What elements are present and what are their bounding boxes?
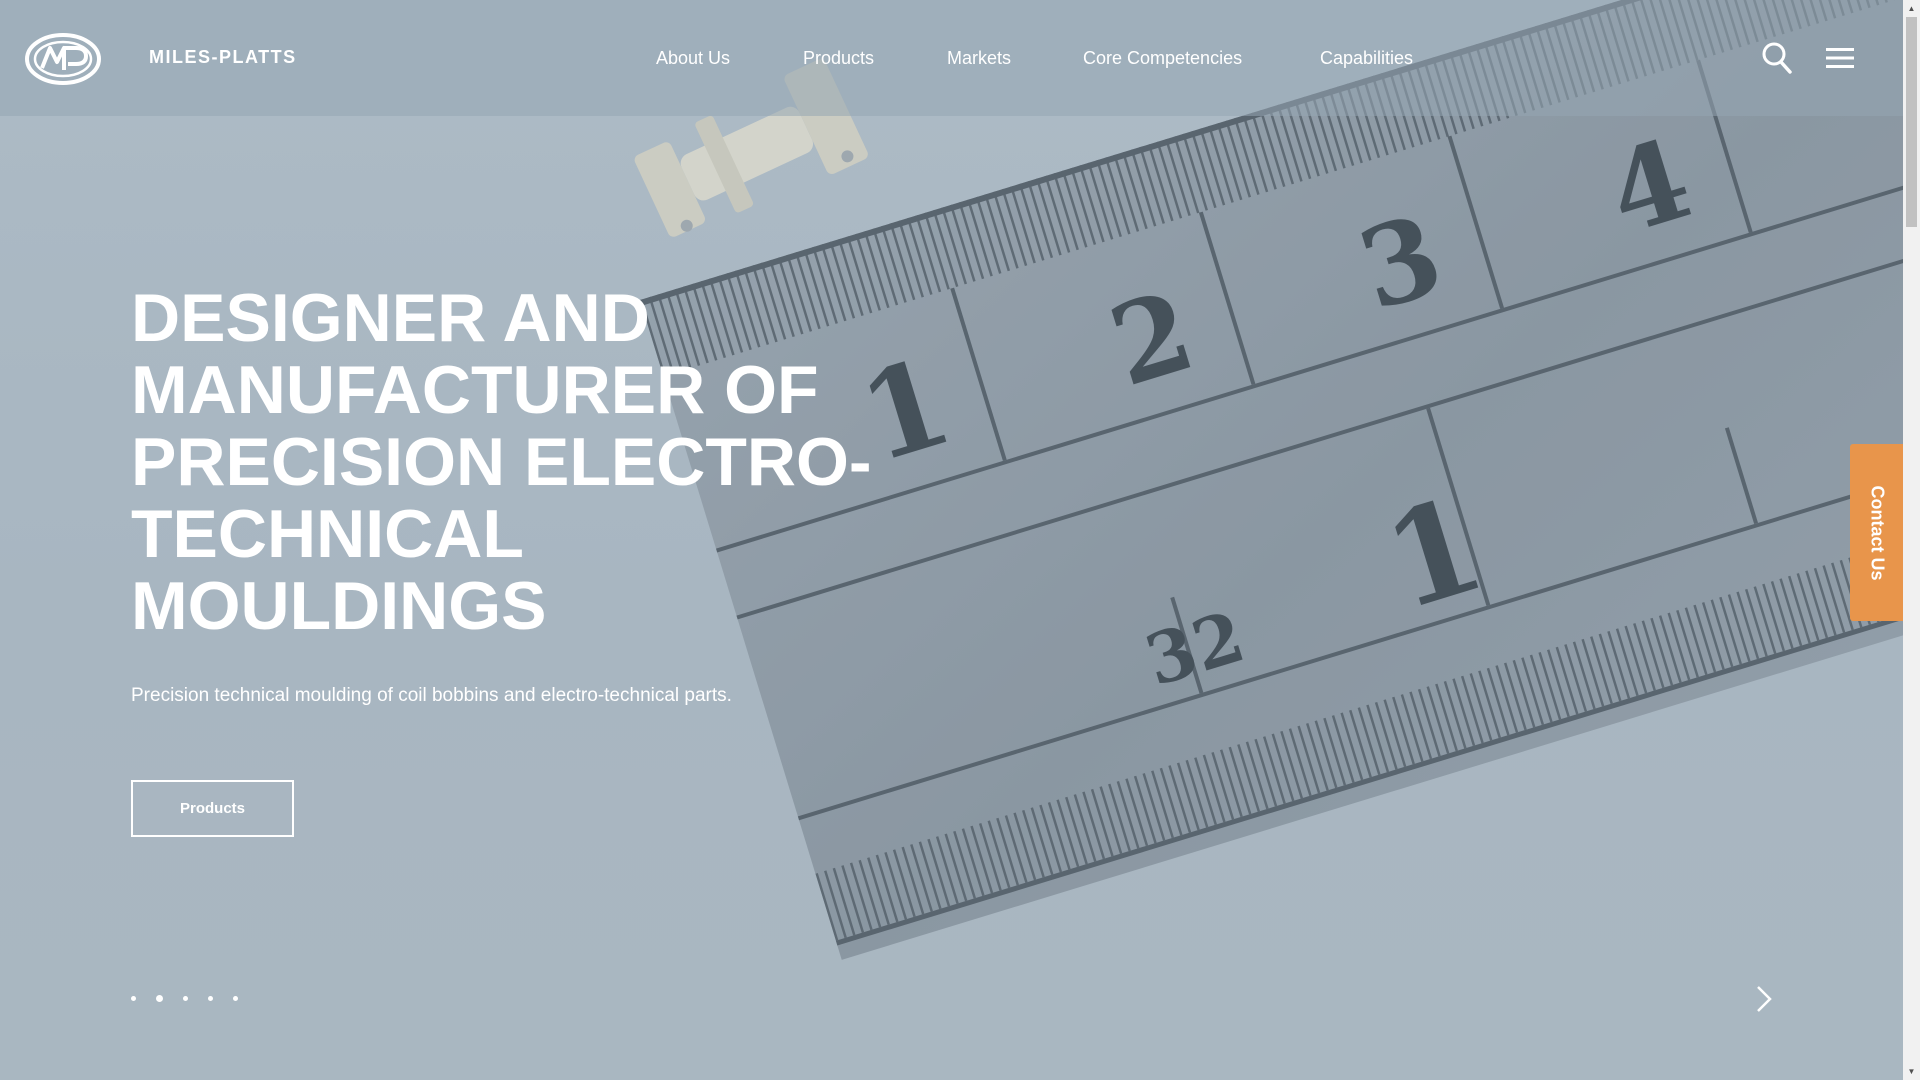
scroll-down-icon[interactable]: ▼ bbox=[1903, 1063, 1920, 1080]
nav-capabilities[interactable]: Capabilities bbox=[1320, 48, 1413, 69]
slider-dot-2[interactable] bbox=[156, 995, 163, 1002]
brand-name[interactable]: MILES-PLATTS bbox=[149, 47, 297, 68]
page-scrollbar[interactable]: ▲ ▼ bbox=[1903, 0, 1920, 1080]
headline-line: TECHNICAL bbox=[131, 496, 524, 572]
slider-dots bbox=[131, 995, 258, 1002]
scroll-up-icon[interactable]: ▲ bbox=[1903, 0, 1920, 17]
nav-about-us[interactable]: About Us bbox=[656, 48, 730, 69]
contact-us-tab[interactable]: Contact Us bbox=[1850, 444, 1903, 621]
headline-line: DESIGNER AND bbox=[131, 280, 650, 356]
hero-subtext: Precision technical moulding of coil bob… bbox=[131, 685, 732, 706]
hamburger-menu-icon[interactable] bbox=[1826, 46, 1854, 70]
nav-markets[interactable]: Markets bbox=[947, 48, 1011, 69]
slider-dot-5[interactable] bbox=[233, 996, 238, 1001]
products-button[interactable]: Products bbox=[131, 780, 294, 837]
page: 1 2 3 4 32 1 MILES-PLATTS About Us Produ… bbox=[0, 0, 1920, 1080]
headline-line: PRECISION ELECTRO- bbox=[131, 424, 872, 500]
nav-products[interactable]: Products bbox=[803, 48, 874, 69]
slider-dot-3[interactable] bbox=[183, 996, 188, 1001]
nav-core-competencies[interactable]: Core Competencies bbox=[1083, 48, 1242, 69]
search-icon[interactable] bbox=[1762, 42, 1792, 74]
contact-us-label: Contact Us bbox=[1867, 484, 1887, 581]
slider-dot-1[interactable] bbox=[131, 996, 136, 1001]
headline-line: MANUFACTURER OF bbox=[131, 352, 819, 428]
scrollbar-thumb[interactable] bbox=[1906, 17, 1917, 227]
hero-headline: DESIGNER AND MANUFACTURER OF PRECISION E… bbox=[131, 282, 931, 642]
chevron-right-icon[interactable] bbox=[1754, 984, 1774, 1014]
mp-logo-icon[interactable] bbox=[24, 32, 102, 86]
slider-dot-4[interactable] bbox=[208, 996, 213, 1001]
headline-line: MOULDINGS bbox=[131, 568, 547, 644]
site-header: MILES-PLATTS About Us Products Markets C… bbox=[0, 0, 1903, 116]
